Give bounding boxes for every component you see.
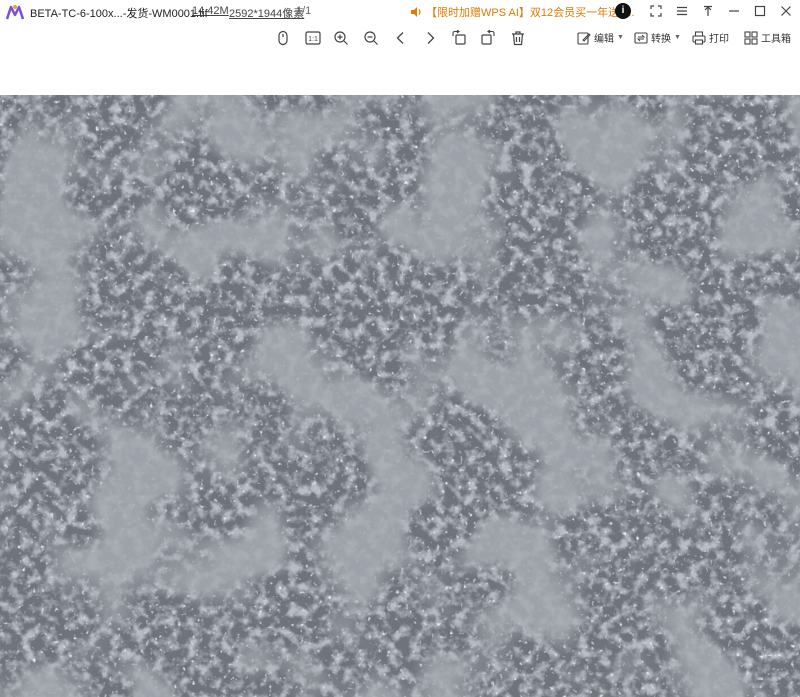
next-icon[interactable] [420,28,440,48]
file-size[interactable]: 14.42M [192,5,229,17]
zoom-in-icon[interactable] [331,28,351,48]
image-dimensions[interactable]: 2592*1944像素 [229,5,304,21]
toolbox-icon [744,30,758,45]
rotate-left-icon[interactable] [449,28,469,48]
pin-icon[interactable] [700,3,716,19]
close-icon[interactable] [778,3,794,19]
title-bar: BETA-TC-6-100x...-发货-WM0001.tif 14.42M 2… [0,0,800,24]
print-button[interactable]: 打印 [692,30,729,45]
print-icon [692,30,706,45]
speaker-icon [411,7,421,17]
actual-size-icon[interactable]: 1:1 [303,28,323,48]
toolbox-label: 工具箱 [761,34,791,45]
mouse-icon[interactable] [273,28,293,48]
convert-menu[interactable]: 转换 ▼ [634,30,681,45]
zoom-out-icon[interactable] [361,28,381,48]
microscopy-image [0,95,800,697]
rotate-right-icon[interactable] [478,28,498,48]
image-viewer[interactable] [0,95,800,697]
delete-icon[interactable] [508,28,528,48]
menu-icon[interactable] [674,3,690,19]
edit-label: 编辑 [594,34,614,45]
ad-text[interactable]: 【限时加赠WPS AI】双12会员买一年送4... [426,4,634,20]
convert-label: 转换 [651,34,671,45]
chevron-down-icon: ▼ [674,34,681,41]
maximize-icon[interactable] [752,3,768,19]
toolbar: 1:1 编辑 ▼ 转换 ▼ 打印 工具箱 [0,24,800,52]
fullscreen-icon[interactable] [648,3,664,19]
edit-menu[interactable]: 编辑 ▼ [577,30,624,45]
ai-badge-icon[interactable]: i [615,3,631,19]
print-label: 打印 [709,34,729,45]
file-name: BETA-TC-6-100x...-发货-WM0001.tif [30,8,208,20]
actual-size-label: 1:1 [308,36,318,43]
convert-icon [634,31,648,44]
edit-icon [577,31,591,45]
ad-banner[interactable]: 【限时加赠WPS AI】双12会员买一年送4... [410,4,634,20]
chevron-down-icon: ▼ [617,34,624,41]
app-logo-icon [6,5,24,20]
window-controls [648,3,794,19]
prev-icon[interactable] [391,28,411,48]
page-count: 1/1 [296,5,312,17]
toolbox-button[interactable]: 工具箱 [744,30,791,45]
minimize-icon[interactable] [726,3,742,19]
